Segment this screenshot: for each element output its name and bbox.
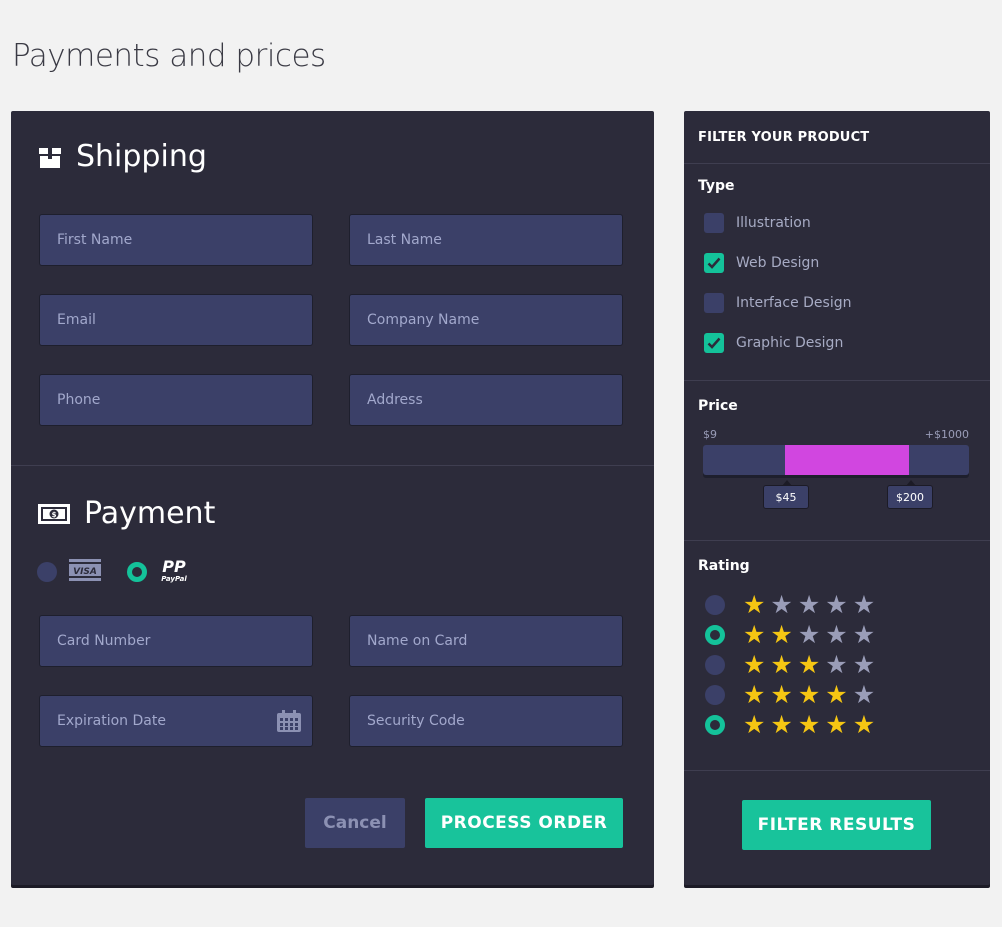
star-empty-icon: ★ (770, 590, 793, 619)
price-low-handle[interactable]: $45 (763, 480, 809, 509)
type-option-label: Interface Design (736, 295, 852, 311)
filter-divider-3 (684, 540, 990, 541)
box-icon (38, 146, 62, 168)
expiration-date-placeholder: Expiration Date (57, 713, 166, 729)
page-title: Payments and prices (12, 38, 326, 74)
type-option-label: Graphic Design (736, 335, 844, 351)
shipping-heading: Shipping (38, 139, 207, 174)
rating-option-5[interactable]: ★ ★ ★ ★ ★ (705, 712, 880, 737)
expiration-date-input[interactable]: Expiration Date (39, 695, 313, 747)
check-icon (707, 257, 721, 269)
star-full-icon: ★ (743, 590, 766, 619)
star-empty-icon: ★ (825, 620, 848, 649)
visa-radio[interactable] (37, 562, 57, 582)
star-full-icon: ★ (797, 680, 821, 709)
check-icon (707, 337, 721, 349)
star-full-icon: ★ (743, 710, 766, 739)
type-option-graphic-design[interactable]: Graphic Design (704, 333, 843, 353)
phone-input[interactable]: Phone (39, 374, 313, 426)
price-max-label: +$1000 (924, 428, 969, 441)
rating-label: Rating (698, 558, 750, 574)
shipping-title: Shipping (76, 139, 207, 174)
last-name-input[interactable]: Last Name (349, 214, 623, 266)
price-high-handle[interactable]: $200 (887, 480, 933, 509)
star-empty-icon: ★ (852, 650, 876, 679)
type-option-web-design[interactable]: Web Design (704, 253, 819, 273)
star-full-icon: ★ (743, 620, 766, 649)
rating-option-2[interactable]: ★ ★ ★ ★ ★ (705, 622, 880, 647)
star-empty-icon: ★ (825, 590, 848, 619)
star-empty-icon: ★ (852, 620, 876, 649)
star-full-icon: ★ (825, 680, 848, 709)
rating-option-1[interactable]: ★ ★ ★ ★ ★ (705, 592, 880, 617)
type-option-label: Illustration (736, 215, 811, 231)
payment-option-paypal[interactable]: PP PayPal (127, 557, 191, 587)
svg-text:VISA: VISA (73, 567, 97, 577)
paypal-icon: PP PayPal (157, 557, 191, 587)
filter-divider-1 (684, 163, 990, 164)
web-design-checkbox[interactable] (704, 253, 724, 273)
interface-design-checkbox[interactable] (704, 293, 724, 313)
process-order-button[interactable]: PROCESS ORDER (425, 798, 623, 848)
rating-radio[interactable] (705, 624, 725, 645)
star-empty-icon: ★ (852, 590, 876, 619)
filter-title: FILTER YOUR PRODUCT (698, 130, 870, 145)
star-full-icon: ★ (770, 620, 793, 649)
money-icon: $ (38, 503, 70, 524)
star-empty-icon: ★ (825, 650, 848, 679)
rating-radio[interactable] (705, 654, 725, 675)
section-divider (11, 465, 654, 466)
payment-heading: $ Payment (38, 496, 215, 531)
illustration-checkbox[interactable] (704, 213, 724, 233)
visa-icon: VISA (69, 559, 101, 585)
calendar-icon[interactable] (277, 710, 301, 736)
first-name-input[interactable]: First Name (39, 214, 313, 266)
price-min-label: $9 (703, 428, 717, 441)
star-full-icon: ★ (743, 680, 766, 709)
card-number-input[interactable]: Card Number (39, 615, 313, 667)
svg-text:$: $ (52, 511, 57, 519)
rating-radio[interactable] (705, 684, 725, 705)
email-input[interactable]: Email (39, 294, 313, 346)
rating-option-4[interactable]: ★ ★ ★ ★ ★ (705, 682, 880, 707)
type-option-interface-design[interactable]: Interface Design (704, 293, 851, 313)
star-full-icon: ★ (770, 680, 793, 709)
svg-text:PayPal: PayPal (161, 575, 187, 583)
price-range-track[interactable] (703, 445, 969, 475)
star-full-icon: ★ (770, 650, 793, 679)
payment-title: Payment (84, 496, 216, 531)
star-full-icon: ★ (825, 710, 848, 739)
security-code-input[interactable]: Security Code (349, 695, 623, 747)
star-full-icon: ★ (797, 710, 821, 739)
star-full-icon: ★ (743, 650, 766, 679)
company-name-input[interactable]: Company Name (349, 294, 623, 346)
cancel-button[interactable]: Cancel (305, 798, 405, 848)
address-input[interactable]: Address (349, 374, 623, 426)
star-full-icon: ★ (852, 710, 876, 739)
type-option-label: Web Design (736, 255, 820, 271)
rating-option-3[interactable]: ★ ★ ★ ★ ★ (705, 652, 880, 677)
type-label: Type (698, 178, 735, 194)
name-on-card-input[interactable]: Name on Card (349, 615, 623, 667)
order-panel: Shipping First Name Last Name Email Comp… (11, 111, 654, 885)
rating-radio[interactable] (705, 594, 725, 615)
payment-option-visa[interactable]: VISA (37, 559, 101, 585)
rating-radio[interactable] (705, 714, 725, 735)
paypal-radio[interactable] (127, 562, 147, 582)
star-full-icon: ★ (797, 650, 821, 679)
filter-results-button[interactable]: FILTER RESULTS (742, 800, 931, 850)
svg-text:PP: PP (162, 557, 186, 576)
type-option-illustration[interactable]: Illustration (704, 213, 811, 233)
graphic-design-checkbox[interactable] (704, 333, 724, 353)
filter-divider-4 (684, 770, 990, 771)
star-empty-icon: ★ (797, 590, 821, 619)
star-full-icon: ★ (770, 710, 793, 739)
filter-panel: FILTER YOUR PRODUCT Type Illustration We… (684, 111, 990, 885)
price-range-fill (785, 445, 909, 475)
star-empty-icon: ★ (852, 680, 876, 709)
filter-divider-2 (684, 380, 990, 381)
price-label: Price (698, 398, 738, 414)
star-empty-icon: ★ (797, 620, 821, 649)
